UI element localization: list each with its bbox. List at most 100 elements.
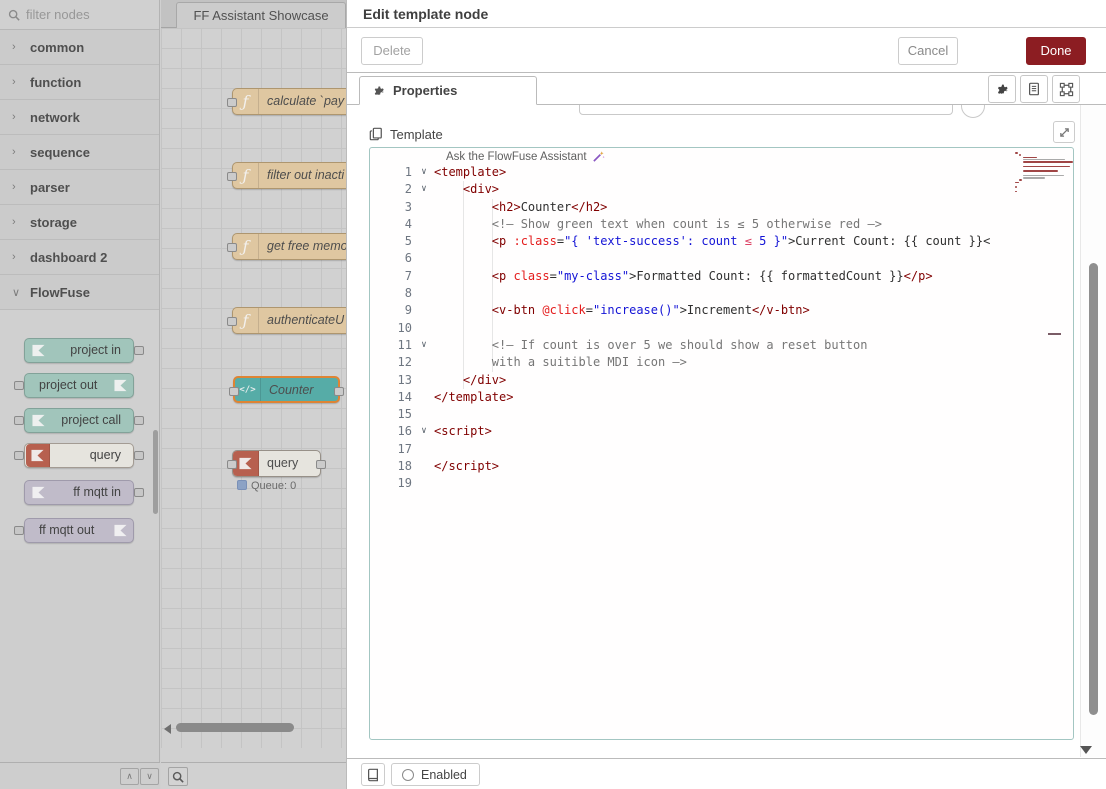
node-port[interactable]: [14, 381, 24, 390]
line-number: 4: [370, 216, 412, 233]
node-port[interactable]: [227, 243, 237, 252]
code-text: <!— If count is over 5 we should show a …: [434, 337, 867, 354]
flowfuse-logo-icon: [26, 339, 50, 362]
hscroll-left-arrow-icon[interactable]: [164, 724, 171, 734]
code-text: <v-btn @click="increase()">Increment</v-…: [434, 302, 810, 319]
chevron-right-icon: ›: [12, 146, 20, 158]
docs-button[interactable]: [361, 763, 385, 786]
node-port[interactable]: [227, 317, 237, 326]
line-number: 9: [370, 302, 412, 319]
cancel-button[interactable]: Cancel: [898, 37, 958, 65]
chevron-down-icon: ∨: [12, 286, 20, 299]
template-code-editor[interactable]: Ask the FlowFuse Assistant 1∨<template>2…: [369, 147, 1074, 740]
node-port[interactable]: [134, 416, 144, 425]
code-text: <h2>Counter</h2>: [434, 199, 607, 216]
flowfuse-logo-icon: [26, 444, 50, 467]
node-port[interactable]: [316, 460, 326, 469]
expand-all-button[interactable]: ∨: [140, 768, 159, 785]
line-number: 16: [370, 423, 412, 440]
flow-node-Counter[interactable]: </>Counter: [233, 376, 340, 403]
category-label: common: [30, 40, 84, 55]
horizontal-scrollbar[interactable]: [176, 723, 294, 732]
line-number: 10: [370, 320, 412, 337]
palette-node-query[interactable]: query: [24, 443, 134, 468]
node-port[interactable]: [14, 451, 24, 460]
done-button[interactable]: Done: [1026, 37, 1086, 65]
sidebar-category-storage[interactable]: ›storage: [0, 205, 159, 240]
palette-scrollbar[interactable]: [153, 430, 158, 514]
scrolled-form-field[interactable]: [579, 105, 953, 115]
delete-button[interactable]: Delete: [361, 37, 423, 65]
line-number: 17: [370, 441, 412, 458]
node-port[interactable]: [227, 460, 237, 469]
template-field-label: Template: [390, 127, 443, 142]
status-dot-icon: [237, 480, 247, 490]
node-port[interactable]: [134, 488, 144, 497]
line-number: 18: [370, 458, 412, 475]
minimap-line: [1015, 152, 1018, 154]
palette-search-input[interactable]: filter nodes: [0, 0, 159, 30]
expand-icon: [1059, 127, 1070, 138]
minimap[interactable]: [1015, 152, 1067, 195]
palette-node-ff-mqtt-in[interactable]: ff mqtt in: [24, 480, 134, 505]
palette-node-label: project call: [61, 413, 121, 427]
flow-node-query[interactable]: query: [232, 450, 321, 477]
magnifier-icon: [172, 771, 184, 783]
node-port[interactable]: [227, 172, 237, 181]
palette-node-project-in[interactable]: project in: [24, 338, 134, 363]
node-port[interactable]: [134, 451, 144, 460]
scroll-down-arrow-icon[interactable]: [1080, 746, 1092, 754]
node-port[interactable]: [134, 346, 144, 355]
sidebar-category-sequence[interactable]: ›sequence: [0, 135, 159, 170]
palette-node-ff-mqtt-out[interactable]: ff mqtt out: [24, 518, 134, 543]
template-field-row: Template: [369, 123, 443, 145]
tab-description[interactable]: [1020, 75, 1048, 103]
magic-wand-icon: [592, 150, 605, 163]
collapse-all-button[interactable]: ∧: [120, 768, 139, 785]
flow-tab[interactable]: FF Assistant Showcase: [176, 2, 346, 28]
sidebar-category-function[interactable]: ›function: [0, 65, 159, 100]
zoom-button[interactable]: [168, 767, 188, 786]
book-icon: [366, 768, 380, 782]
code-line-10: 10: [370, 320, 1073, 337]
fold-chevron-icon[interactable]: ∨: [416, 181, 432, 198]
workspace-footer: [161, 762, 346, 789]
node-port[interactable]: [229, 387, 239, 396]
flow-workspace: FF Assistant Showcase ƒcalculate `payƒfi…: [161, 0, 346, 789]
dialog-scrollbar-thumb[interactable]: [1089, 263, 1098, 715]
code-text: </script>: [434, 458, 499, 475]
fold-chevron-icon[interactable]: ∨: [416, 164, 432, 181]
fold-chevron-icon[interactable]: ∨: [416, 337, 432, 354]
tab-appearance[interactable]: [1052, 75, 1080, 103]
palette-node-label: project out: [39, 378, 97, 392]
fold-chevron-icon[interactable]: ∨: [416, 423, 432, 440]
sidebar-category-network[interactable]: ›network: [0, 100, 159, 135]
edit-template-node-dialog: Edit template node Delete Cancel Done Pr…: [346, 0, 1106, 789]
code-lines: 1∨<template>2∨ <div>3 <h2>Counter</h2>4 …: [370, 164, 1073, 493]
node-port[interactable]: [334, 387, 344, 396]
tab-properties-mini[interactable]: [988, 75, 1016, 103]
node-enabled-toggle[interactable]: Enabled: [391, 763, 480, 786]
tab-properties[interactable]: Properties: [359, 76, 537, 105]
category-label: dashboard 2: [30, 250, 107, 265]
category-label: FlowFuse: [30, 285, 90, 300]
palette-node-project-call[interactable]: project call: [24, 408, 134, 433]
expand-editor-button[interactable]: [1053, 121, 1075, 143]
palette-node-project-out[interactable]: project out: [24, 373, 134, 398]
assistant-hint[interactable]: Ask the FlowFuse Assistant: [446, 150, 605, 163]
flowfuse-logo-icon: [26, 481, 50, 504]
appearance-icon: [1059, 82, 1074, 97]
sidebar-category-FlowFuse[interactable]: ∨ FlowFuse: [0, 275, 159, 310]
sidebar-category-dashboard-2[interactable]: ›dashboard 2: [0, 240, 159, 275]
gear-icon: [995, 82, 1009, 96]
sidebar-category-common[interactable]: ›common: [0, 30, 159, 65]
flowfuse-logo-icon: [26, 409, 50, 432]
palette-footer: ∧ ∨: [0, 762, 160, 789]
node-port[interactable]: [227, 98, 237, 107]
node-port[interactable]: [14, 416, 24, 425]
workspace-tab-bar: FF Assistant Showcase: [161, 0, 346, 28]
line-number: 13: [370, 372, 412, 389]
sidebar-category-parser[interactable]: ›parser: [0, 170, 159, 205]
node-port[interactable]: [14, 526, 24, 535]
minimap-line: [1023, 177, 1045, 179]
